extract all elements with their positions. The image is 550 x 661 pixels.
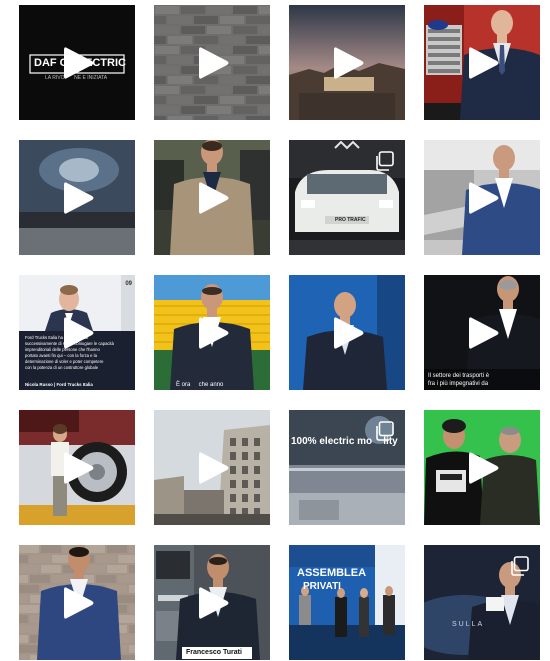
multiple-items-icon [374,421,394,441]
post-grid: DAF GA ECTRIC LA RIVO NE E INIZIATA PRO … [19,5,540,660]
multiple-items-icon [374,151,394,171]
assembly-subheading: PRIVATI [303,581,341,592]
multiple-items-icon [509,556,529,576]
post-tile-woman-tire[interactable] [19,410,135,525]
tile-caption: È ora che anno [176,382,224,388]
post-tile-assemblea-privati[interactable]: ASSEMBLEA PRIVATI [289,545,405,660]
post-tile-daf-electric[interactable]: DAF GA ECTRIC LA RIVO NE E INIZIATA [19,5,135,120]
stage-label: SULLA [452,621,485,628]
post-tile-old-town-street[interactable] [154,410,270,525]
tile-caption: Il settore dei trasporti è fra i più imp… [428,373,490,387]
post-tile-man-dark-studio[interactable]: Il settore dei trasporti è fra i più imp… [424,275,540,390]
post-tile-stage-screen[interactable] [19,140,135,255]
post-tile-man-stadium[interactable]: È ora che anno [154,275,270,390]
post-tile-man-brick-wall[interactable] [19,545,135,660]
quote-badge: 09 [125,281,132,287]
post-tile-man-blue-suit-show[interactable] [424,140,540,255]
play-icon [469,316,499,350]
post-thumbnail [289,545,405,660]
post-tile-brick-wall[interactable] [154,5,270,120]
nameplate: Francesco Turati [186,649,242,656]
post-tile-man-red-truck[interactable] [424,5,540,120]
assembly-heading: ASSEMBLEA [297,567,367,579]
play-icon [199,46,229,80]
post-tile-francesco-turati[interactable]: Francesco Turati [154,545,270,660]
post-tile-man-blue-backdrop[interactable] [289,275,405,390]
play-icon [334,46,364,80]
post-tile-white-electric-van[interactable]: PRO TRAFIC [289,140,405,255]
play-icon [334,316,364,350]
post-tile-nicola-russo-quote[interactable]: Ford Trucks Italia ha scelto con lui suc… [19,275,135,390]
play-icon [199,451,229,485]
play-icon [64,181,94,215]
play-icon [64,316,94,350]
post-tile-man-stage-presenter[interactable]: SULLA [424,545,540,660]
quote-signature: Nicola Russo | Ford Trucks Italia [25,382,93,387]
play-icon [199,586,229,620]
post-tile-two-men-green[interactable] [424,410,540,525]
post-tile-city-skyline[interactable] [289,5,405,120]
play-icon [64,46,94,80]
play-icon [469,451,499,485]
post-tile-man-beige-jacket[interactable] [154,140,270,255]
play-icon [199,316,229,350]
van-label: PRO TRAFIC [335,217,366,223]
play-icon [199,181,229,215]
play-icon [469,46,499,80]
post-tile-electric-mobility[interactable]: 100% electric mo lity [289,410,405,525]
play-icon [64,586,94,620]
play-icon [64,451,94,485]
play-icon [469,181,499,215]
